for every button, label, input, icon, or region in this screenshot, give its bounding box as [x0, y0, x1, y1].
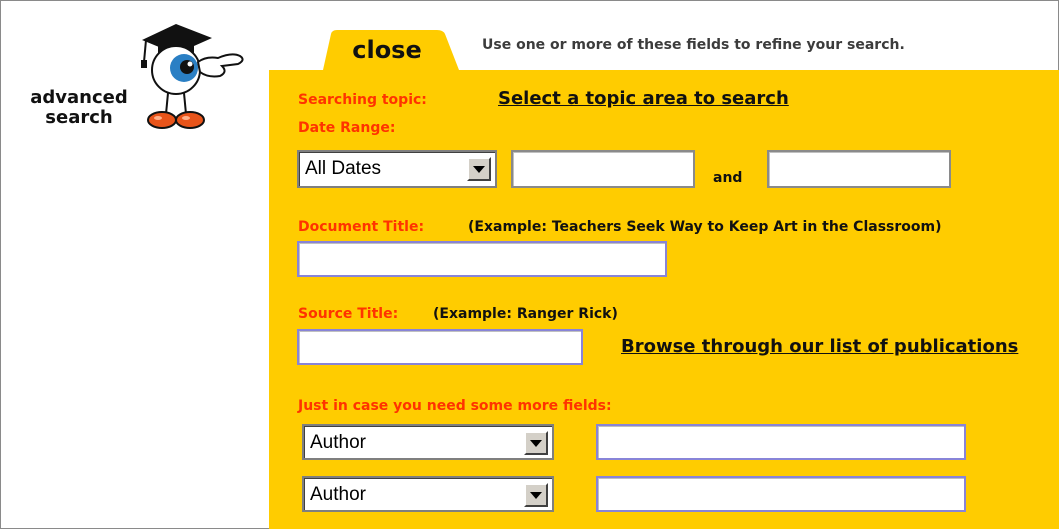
- logo-line-1: advanced: [30, 87, 128, 108]
- dropdown-button[interactable]: [467, 157, 491, 181]
- extra-field-select-1-value: Author: [310, 432, 366, 453]
- browse-publications-link[interactable]: Browse through our list of publications: [621, 336, 1018, 357]
- date-and-label: and: [713, 170, 743, 186]
- advanced-search-panel: Searching topic: Select a topic area to …: [269, 70, 1059, 529]
- refine-hint-text: Use one or more of these fields to refin…: [482, 37, 905, 53]
- chevron-down-icon: [530, 492, 542, 499]
- extra-field-select-2[interactable]: Author: [302, 476, 554, 512]
- searching-topic-label: Searching topic:: [298, 92, 427, 108]
- document-title-input[interactable]: [297, 241, 667, 277]
- date-range-select-value: All Dates: [305, 158, 382, 179]
- date-from-input[interactable]: [511, 150, 695, 188]
- extra-field-select-2-value: Author: [310, 484, 366, 505]
- extra-field-input-2[interactable]: [596, 476, 966, 512]
- extra-field-select-1[interactable]: Author: [302, 424, 554, 460]
- more-fields-label: Just in case you need some more fields:: [298, 398, 612, 414]
- dropdown-button[interactable]: [524, 483, 548, 507]
- extra-field-input-1[interactable]: [596, 424, 966, 460]
- logo-line-2: search: [45, 107, 113, 128]
- chevron-down-icon: [473, 166, 485, 173]
- document-title-example: (Example: Teachers Seek Way to Keep Art …: [468, 219, 942, 235]
- select-topic-link[interactable]: Select a topic area to search: [498, 88, 789, 109]
- source-title-example: (Example: Ranger Rick): [433, 306, 618, 322]
- date-to-input[interactable]: [767, 150, 951, 188]
- chevron-down-icon: [530, 440, 542, 447]
- eyeball-graduate-mascot-icon: [141, 24, 244, 129]
- source-title-input[interactable]: [297, 329, 583, 365]
- date-range-label: Date Range:: [298, 120, 396, 136]
- dropdown-button[interactable]: [524, 431, 548, 455]
- date-range-select[interactable]: All Dates: [297, 150, 497, 188]
- document-title-label: Document Title:: [298, 219, 425, 235]
- advanced-search-logo: advanced search: [8, 22, 258, 142]
- close-tab-label[interactable]: close: [323, 30, 451, 70]
- logo-text: advanced search: [8, 88, 150, 128]
- close-tab[interactable]: close: [323, 30, 463, 70]
- source-title-label: Source Title:: [298, 306, 399, 322]
